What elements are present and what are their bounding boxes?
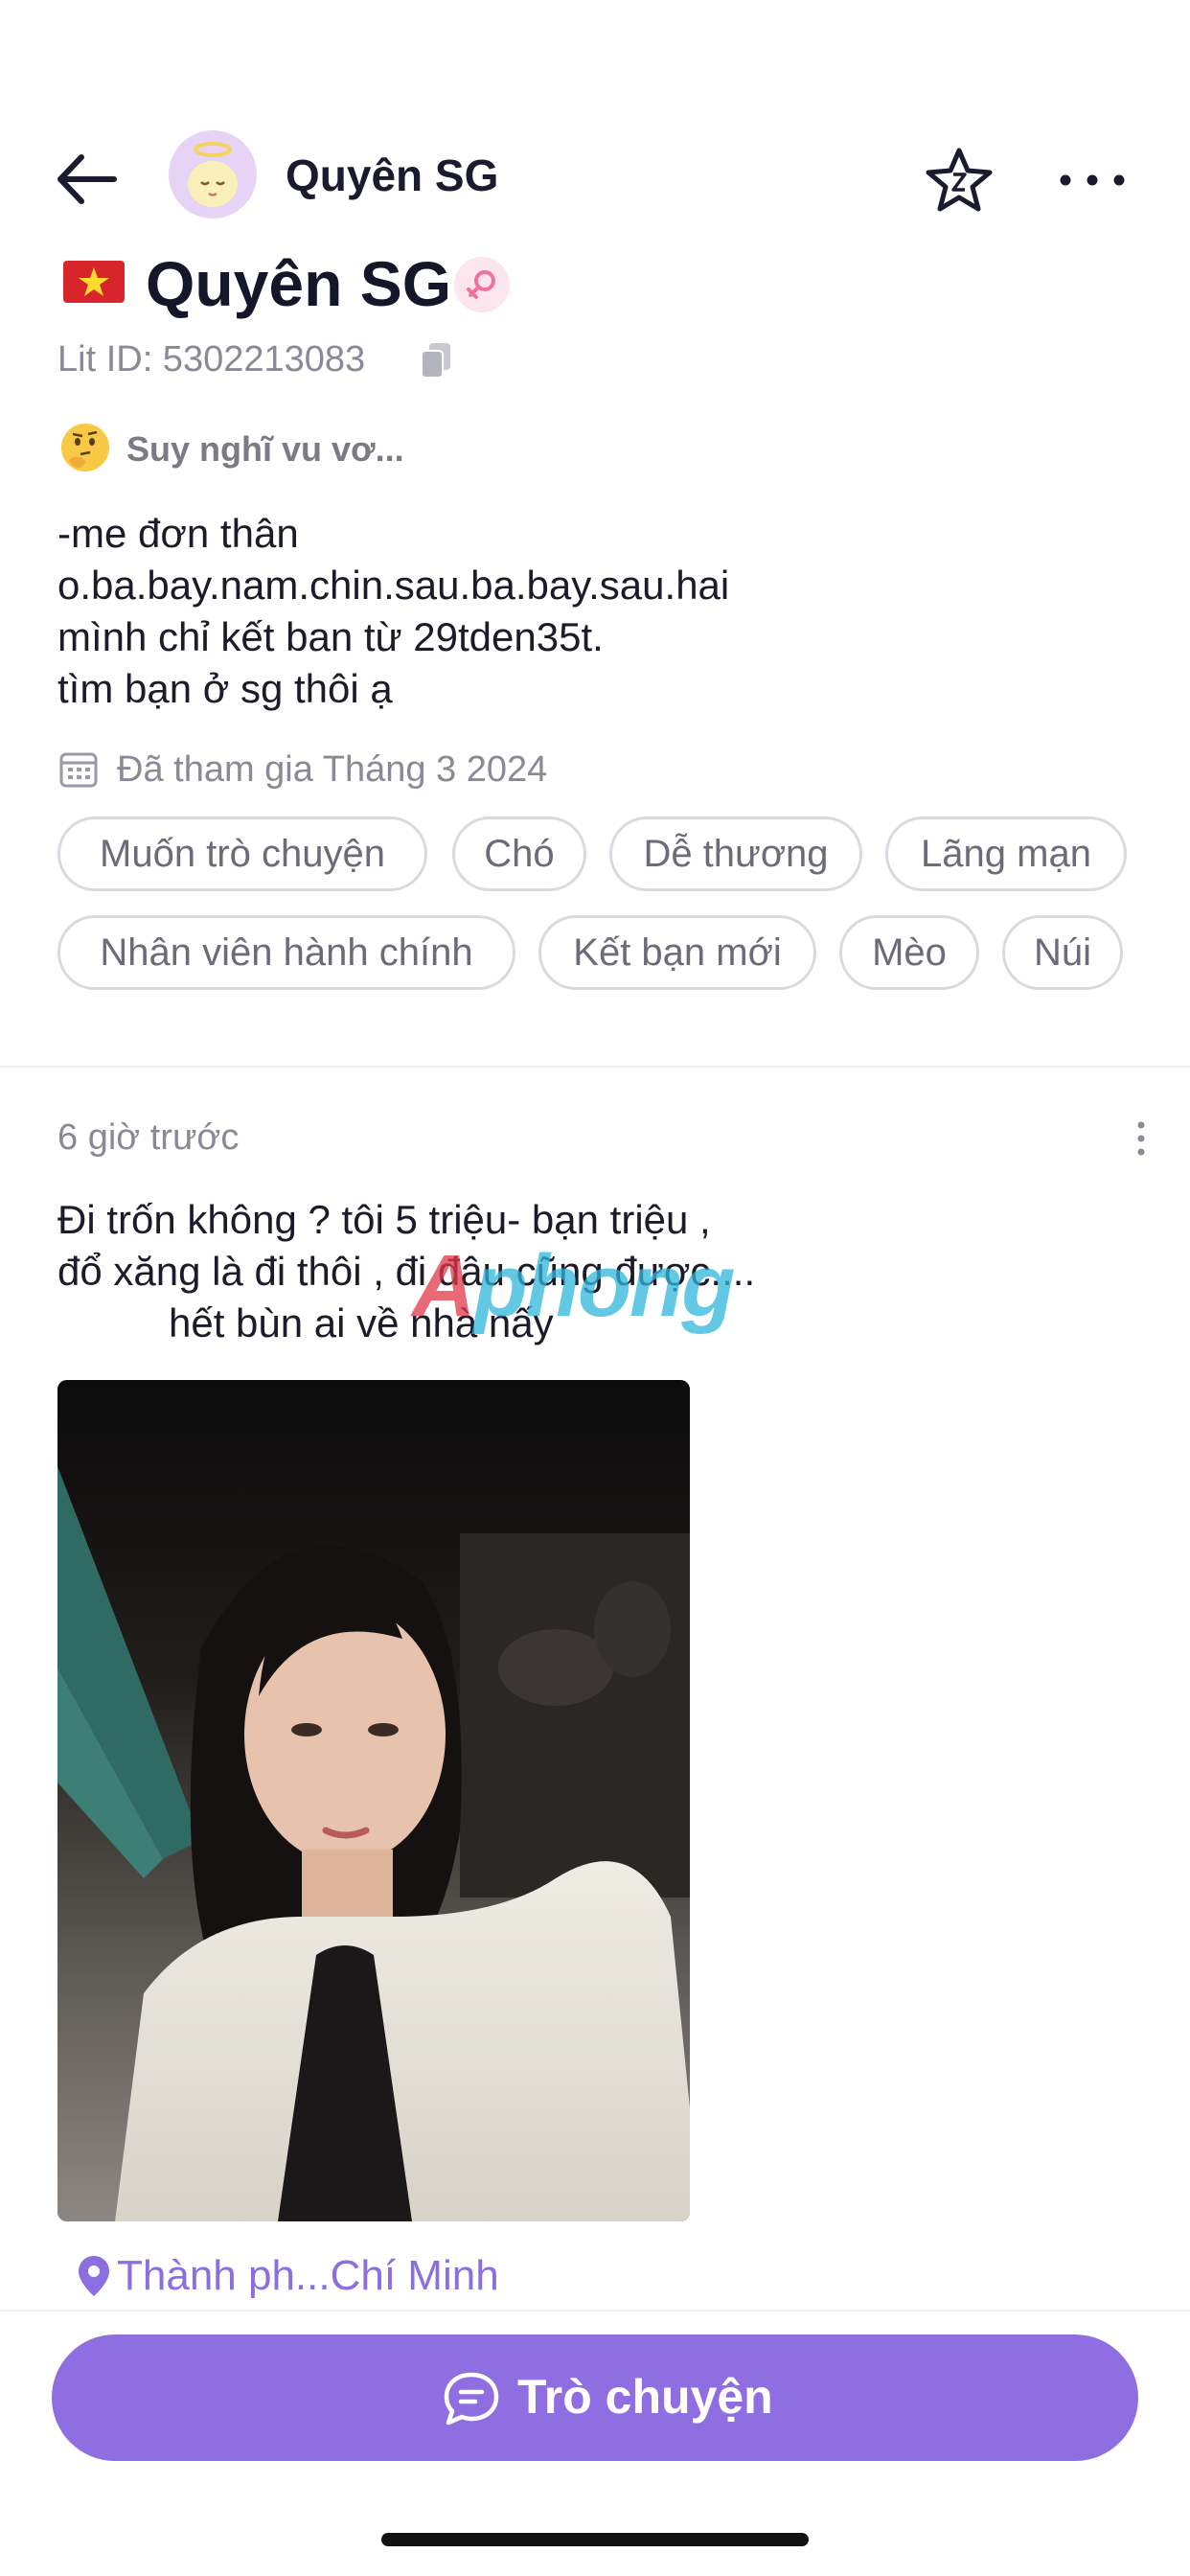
more-horizontal-icon: [1060, 174, 1125, 186]
location-pin-icon: [77, 2254, 111, 2298]
mood-text: Suy nghĩ vu vơ...: [126, 429, 404, 469]
avatar[interactable]: [169, 130, 257, 218]
vietnam-flag-icon: [63, 261, 125, 303]
female-symbol-icon: [454, 257, 510, 312]
post-timestamp: 6 giờ trước: [57, 1117, 240, 1158]
chat-button-label: Trò chuyện: [517, 2370, 773, 2424]
bio-line: mình chỉ kết ban từ 29tden35t.: [57, 614, 604, 659]
header-username: Quyên SG: [286, 150, 499, 200]
profile-header: Quyên SG: [57, 247, 1131, 324]
location-text: Thành ph...Chí Minh: [117, 2252, 499, 2299]
post-more-button[interactable]: [1127, 1119, 1156, 1158]
interest-tag[interactable]: Dễ thương: [609, 816, 862, 891]
mood-status: Suy nghĩ vu vơ...: [57, 422, 920, 475]
watermark-rest: phong: [473, 1237, 735, 1335]
home-indicator[interactable]: [381, 2533, 809, 2546]
post-location[interactable]: Thành ph...Chí Minh: [77, 2250, 747, 2302]
chat-button[interactable]: Trò chuyện: [52, 2334, 1138, 2461]
bio-line: -me đơn thân: [57, 511, 299, 556]
star-icon: [926, 148, 993, 212]
interest-tag[interactable]: Kết bạn mới: [538, 915, 816, 990]
interest-tag[interactable]: Lãng mạn: [885, 816, 1127, 891]
top-nav-bar: Quyên SG: [0, 125, 1190, 230]
selfie-photo-image: [57, 1380, 690, 2221]
interest-tag[interactable]: Nhân viên hành chính: [57, 915, 515, 990]
interest-tag[interactable]: Chó: [452, 816, 586, 891]
back-button[interactable]: [53, 146, 120, 213]
profile-name: Quyên SG: [146, 248, 452, 319]
calendar-icon: [59, 749, 98, 788]
more-options-button[interactable]: [1054, 144, 1131, 217]
chat-bubble-icon: [443, 2371, 500, 2426]
copy-id-button[interactable]: [420, 341, 454, 380]
joined-date: Đã tham gia Tháng 3 2024: [57, 746, 920, 792]
lit-id-label: Lit ID: 5302213083: [57, 339, 366, 380]
favorite-button[interactable]: [923, 144, 995, 217]
interest-tag[interactable]: Muốn trò chuyện: [57, 816, 427, 891]
section-divider: [0, 1066, 1190, 1068]
arrow-left-icon: [57, 154, 117, 204]
more-vertical-icon: [1137, 1121, 1145, 1156]
thinking-face-icon: [61, 424, 109, 472]
avatar-angel-icon: [169, 130, 257, 218]
copy-icon: [421, 343, 450, 379]
interest-tag[interactable]: Núi: [1002, 915, 1123, 990]
watermark-logo: Aphong: [412, 1236, 735, 1337]
profile-bio: -me đơn thân o.ba.bay.nam.chin.sau.ba.ba…: [57, 508, 1131, 715]
bio-line: o.ba.bay.nam.chin.sau.ba.bay.sau.hai: [57, 563, 730, 608]
bio-line: tìm bạn ở sg thôi ạ: [57, 666, 393, 711]
post-photo[interactable]: [57, 1380, 690, 2221]
watermark-prefix: A: [412, 1237, 475, 1335]
interest-tag[interactable]: Mèo: [839, 915, 979, 990]
joined-text: Đã tham gia Tháng 3 2024: [117, 749, 548, 790]
